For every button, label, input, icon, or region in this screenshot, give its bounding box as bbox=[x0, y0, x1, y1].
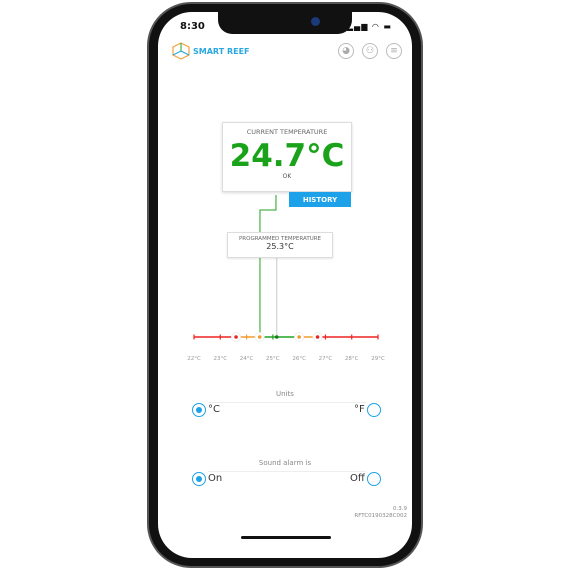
alarm-on-radio[interactable] bbox=[192, 472, 206, 486]
divider bbox=[208, 471, 366, 472]
threshold-marker-alarm-high bbox=[315, 335, 320, 339]
threshold-marker-warn-high bbox=[297, 335, 301, 339]
scale-tick-label: 29°C bbox=[371, 356, 385, 362]
current-connector bbox=[259, 195, 277, 337]
celsius-radio[interactable] bbox=[192, 403, 206, 417]
units-title: Units bbox=[276, 390, 294, 398]
scale-tick-label: 24°C bbox=[240, 356, 254, 362]
alarm-off-radio[interactable] bbox=[367, 472, 381, 486]
threshold-marker-alarm-low bbox=[234, 335, 238, 339]
serial-number: RFTC0190328C002 bbox=[354, 513, 407, 519]
current-temperature-value: 24.7°C bbox=[229, 138, 345, 174]
scale-tick-label: 28°C bbox=[345, 356, 359, 362]
version: 0.3.9 bbox=[393, 506, 407, 512]
fahrenheit-radio[interactable] bbox=[367, 403, 381, 417]
scale-tick-label: 22°C bbox=[187, 356, 201, 362]
programmed-temperature-card: PROGRAMMED TEMPERATURE 25.3°C bbox=[227, 232, 333, 258]
scale-tick-label: 27°C bbox=[319, 356, 333, 362]
scale-tick-label: 25°C bbox=[266, 356, 280, 362]
programmed-marker bbox=[274, 335, 279, 339]
current-temperature-status: OK bbox=[282, 173, 292, 180]
fahrenheit-label: °F bbox=[354, 404, 365, 415]
scale-tick-label: 23°C bbox=[213, 356, 227, 362]
home-indicator[interactable] bbox=[241, 536, 331, 539]
scale-tick-label: 26°C bbox=[292, 356, 306, 362]
current-temperature-card: CURRENT TEMPERATURE 24.7°C OK bbox=[222, 122, 352, 192]
threshold-marker-warn-low bbox=[257, 335, 262, 339]
celsius-label: °C bbox=[208, 404, 220, 415]
history-button[interactable]: HISTORY bbox=[289, 192, 351, 207]
alarm-on-label: On bbox=[208, 473, 223, 484]
current-temperature-label: CURRENT TEMPERATURE bbox=[246, 128, 328, 136]
programmed-temperature-value: 25.3°C bbox=[266, 242, 294, 251]
app-screen: 8:30 ▂▄▆ ◠ ▬ SMART REEF ◕ ⚇ ≡ 22°C 23°C 24… bbox=[158, 12, 412, 558]
alarm-title: Sound alarm is bbox=[258, 459, 312, 467]
alarm-off-label: Off bbox=[350, 473, 365, 484]
divider bbox=[208, 402, 366, 403]
